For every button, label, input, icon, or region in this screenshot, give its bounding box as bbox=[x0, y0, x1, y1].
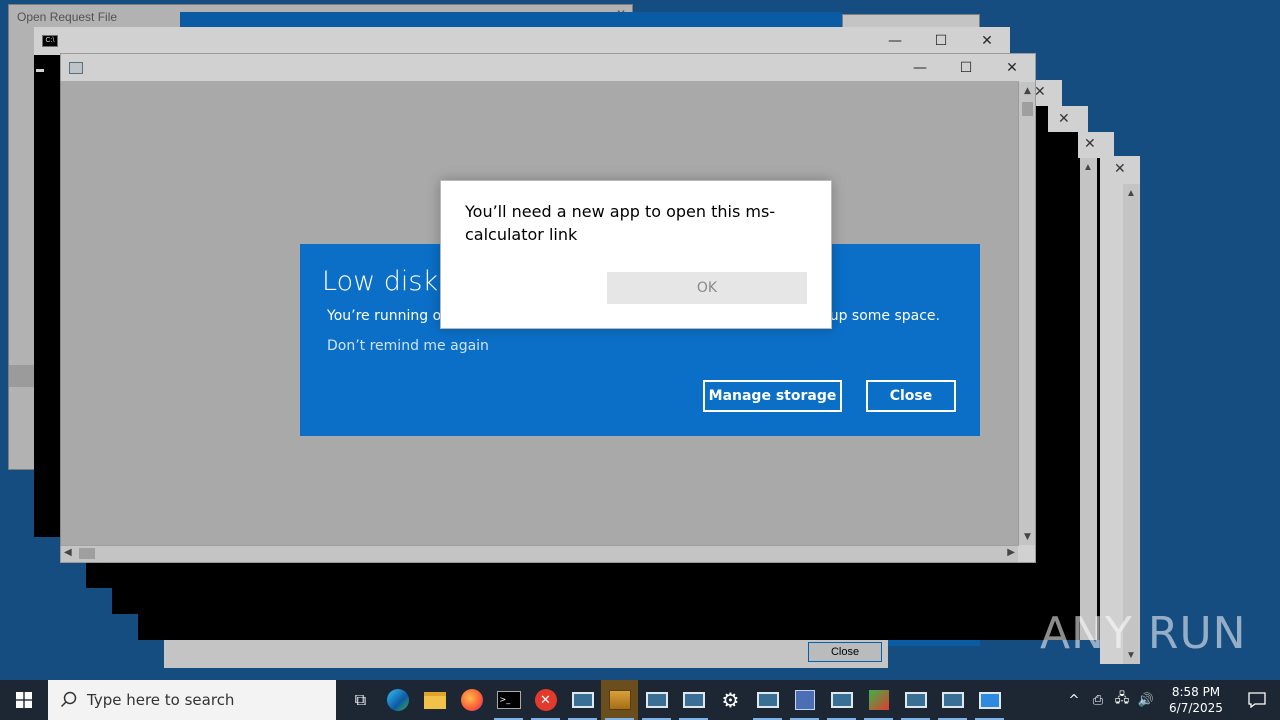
setup-app-icon[interactable] bbox=[786, 680, 823, 720]
taskbar-search-box[interactable]: Type here to search bbox=[48, 680, 336, 720]
settings-gear-icon[interactable]: ⚙ bbox=[712, 680, 749, 720]
manage-storage-button[interactable]: Manage storage bbox=[703, 380, 842, 412]
windows-logo-icon bbox=[16, 692, 32, 708]
system-tray: ^ ⎙ 🖧 🔊 8:58 PM 6/7/2025 bbox=[1062, 680, 1280, 720]
dont-remind-link[interactable]: Don’t remind me again bbox=[327, 338, 489, 354]
window-app-icon[interactable] bbox=[638, 680, 675, 720]
archive-app-icon[interactable] bbox=[601, 680, 638, 720]
network-icon[interactable]: 🖧 bbox=[1110, 680, 1134, 720]
window-app-icon[interactable] bbox=[749, 680, 786, 720]
window-app-icon[interactable] bbox=[675, 680, 712, 720]
device-icon[interactable]: ⎙ bbox=[1086, 680, 1110, 720]
window-app-icon[interactable] bbox=[934, 680, 971, 720]
window-app-icon[interactable] bbox=[564, 680, 601, 720]
task-view-icon[interactable]: ⧉ bbox=[342, 680, 379, 720]
file-explorer-icon[interactable] bbox=[416, 680, 453, 720]
window-app-icon[interactable] bbox=[823, 680, 860, 720]
notification-center-icon[interactable] bbox=[1234, 680, 1280, 720]
anyrun-watermark: ANY RUN bbox=[1040, 608, 1247, 659]
edge-icon[interactable] bbox=[379, 680, 416, 720]
toast-body-right: e up some space. bbox=[816, 308, 940, 324]
toast-close-button[interactable]: Close bbox=[866, 380, 956, 412]
chevron-up-icon[interactable]: ^ bbox=[1062, 680, 1086, 720]
error-app-icon[interactable]: ✕ bbox=[527, 680, 564, 720]
window-app-icon[interactable] bbox=[897, 680, 934, 720]
start-button[interactable] bbox=[0, 680, 48, 720]
monitor-app-icon[interactable] bbox=[971, 680, 1008, 720]
volume-icon[interactable]: 🔊 bbox=[1134, 680, 1158, 720]
app-missing-dialog: You’ll need a new app to open this ms-ca… bbox=[440, 180, 832, 329]
cmd-icon[interactable]: >_ bbox=[490, 680, 527, 720]
dialog-message: You’ll need a new app to open this ms-ca… bbox=[465, 202, 776, 244]
ok-button[interactable]: OK bbox=[607, 272, 807, 304]
search-placeholder: Type here to search bbox=[87, 691, 235, 709]
firefox-icon[interactable] bbox=[453, 680, 490, 720]
clock[interactable]: 8:58 PM 6/7/2025 bbox=[1158, 684, 1234, 716]
tool-app-icon[interactable] bbox=[860, 680, 897, 720]
clock-date: 6/7/2025 bbox=[1169, 701, 1223, 715]
clock-time: 8:58 PM bbox=[1171, 685, 1221, 699]
taskbar: Type here to search ⧉ >_ ✕ ⚙ ^ ⎙ 🖧 🔊 8:5… bbox=[0, 680, 1280, 720]
search-icon bbox=[60, 691, 77, 708]
